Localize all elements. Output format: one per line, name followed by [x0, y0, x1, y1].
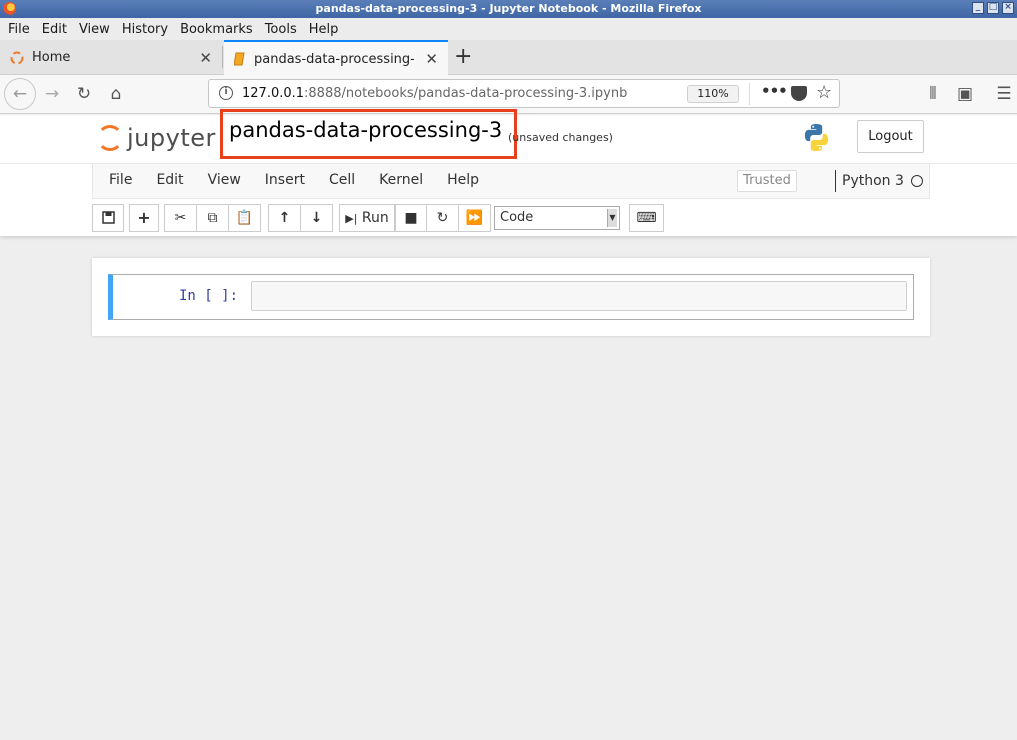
- back-icon[interactable]: ←: [4, 78, 36, 110]
- jmenu-insert[interactable]: Insert: [253, 172, 317, 188]
- arrow-up-icon: ↑: [278, 210, 291, 226]
- minimize-icon[interactable]: _: [972, 2, 984, 14]
- page-actions-icon[interactable]: •••: [761, 82, 788, 100]
- menu-tools[interactable]: Tools: [259, 22, 303, 37]
- python-logo-icon: [804, 123, 829, 152]
- jmenu-kernel[interactable]: Kernel: [367, 172, 435, 188]
- paste-button[interactable]: 📋: [228, 204, 261, 232]
- notebook-name-highlight[interactable]: pandas-data-processing-3: [220, 109, 517, 159]
- menu-file[interactable]: File: [2, 22, 36, 37]
- library-icon[interactable]: ⫴: [921, 83, 945, 107]
- save-status: (unsaved changes): [508, 131, 613, 144]
- dropdown-arrow-icon: ▼: [607, 209, 617, 227]
- close-tab-icon[interactable]: ✕: [425, 50, 438, 68]
- jmenu-cell[interactable]: Cell: [317, 172, 367, 188]
- restart-run-all-button[interactable]: ⏩: [458, 204, 491, 232]
- save-button[interactable]: [92, 204, 124, 232]
- cut-button[interactable]: ✂: [164, 204, 197, 232]
- jupyter-orb-icon: [97, 125, 123, 151]
- window-controls: _ □ ×: [972, 2, 1014, 14]
- interrupt-button[interactable]: ■: [395, 204, 427, 232]
- restart-button[interactable]: ↻: [426, 204, 459, 232]
- move-up-button[interactable]: ↑: [268, 204, 301, 232]
- restart-icon: ↻: [436, 210, 449, 226]
- tab-separator: [222, 46, 223, 68]
- forward-icon[interactable]: →: [40, 83, 64, 107]
- notebook-favicon-icon: [234, 52, 245, 66]
- keyboard-icon: ⌨: [636, 210, 657, 226]
- window-title-bar: pandas-data-processing-3 - Jupyter Noteb…: [0, 0, 1017, 18]
- window-title: pandas-data-processing-3 - Jupyter Noteb…: [315, 2, 702, 15]
- plus-icon: +: [137, 208, 151, 227]
- url-bar[interactable]: i 127.0.0.1:8888/notebooks/pandas-data-p…: [208, 79, 840, 108]
- step-forward-icon: ▶|: [345, 212, 358, 225]
- trusted-indicator[interactable]: Trusted: [737, 170, 797, 192]
- notebook-name[interactable]: pandas-data-processing-3: [229, 118, 502, 142]
- home-icon[interactable]: ⌂: [104, 83, 128, 107]
- url-text[interactable]: 127.0.0.1:8888/notebooks/pandas-data-pro…: [242, 86, 627, 101]
- firefox-icon: [3, 2, 16, 15]
- tab-home-label: Home: [32, 50, 71, 65]
- fast-forward-icon: ⏩: [465, 210, 484, 226]
- cell-prompt: In [ ]:: [179, 288, 239, 304]
- copy-icon: ⧉: [207, 210, 218, 226]
- jupyter-logo-text: jupyter: [127, 124, 216, 152]
- command-palette-button[interactable]: ⌨: [629, 204, 664, 232]
- stop-icon: ■: [404, 210, 418, 226]
- new-tab-icon[interactable]: +: [454, 44, 472, 69]
- arrow-down-icon: ↓: [310, 210, 323, 226]
- site-info-icon[interactable]: i: [219, 86, 233, 100]
- cell-type-select[interactable]: Code ▼: [494, 206, 620, 230]
- menu-help[interactable]: Help: [303, 22, 345, 37]
- copy-button[interactable]: ⧉: [196, 204, 229, 232]
- notebook-container: In [ ]:: [92, 258, 930, 336]
- run-label: Run: [361, 210, 389, 226]
- insert-cell-button[interactable]: +: [129, 204, 159, 232]
- jmenu-help[interactable]: Help: [435, 172, 491, 188]
- maximize-icon[interactable]: □: [987, 2, 999, 14]
- jupyter-menubar: File Edit View Insert Cell Kernel Help T…: [92, 164, 930, 199]
- paste-icon: 📋: [235, 210, 254, 226]
- tab-notebook-label: pandas-data-processing-: [254, 51, 414, 67]
- move-down-button[interactable]: ↓: [300, 204, 333, 232]
- jmenu-view[interactable]: View: [196, 172, 253, 188]
- code-cell[interactable]: In [ ]:: [108, 274, 914, 320]
- close-window-icon[interactable]: ×: [1002, 2, 1014, 14]
- scissors-icon: ✂: [174, 210, 187, 226]
- run-button[interactable]: ▶| Run: [339, 204, 395, 232]
- kernel-status-icon: [911, 175, 923, 187]
- menu-bookmarks[interactable]: Bookmarks: [174, 22, 259, 37]
- save-icon: [101, 211, 115, 224]
- close-tab-icon[interactable]: ✕: [199, 49, 212, 67]
- menu-edit[interactable]: Edit: [36, 22, 73, 37]
- jupyter-logo[interactable]: jupyter: [97, 122, 216, 154]
- url-separator: [749, 83, 750, 105]
- menu-view[interactable]: View: [73, 22, 116, 37]
- kernel-name: Python 3: [835, 170, 904, 192]
- jupyter-favicon-icon: [10, 51, 24, 64]
- logout-button[interactable]: Logout: [857, 120, 924, 153]
- tab-strip: Home ✕ pandas-data-processing- ✕: [0, 40, 1017, 76]
- sidebar-icon[interactable]: ▣: [953, 83, 977, 107]
- jupyter-header: jupyter pandas-data-processing-3 (unsave…: [0, 109, 1017, 163]
- jupyter-menu-toolbar: File Edit View Insert Cell Kernel Help T…: [0, 163, 1017, 236]
- tab-notebook[interactable]: pandas-data-processing- ✕: [224, 40, 448, 76]
- jmenu-file[interactable]: File: [97, 172, 144, 188]
- tab-home[interactable]: Home ✕: [0, 40, 222, 75]
- hamburger-menu-icon[interactable]: ☰: [992, 83, 1016, 107]
- cell-type-value: Code: [500, 210, 534, 225]
- reload-icon[interactable]: ↻: [72, 83, 96, 107]
- bookmark-star-icon[interactable]: ☆: [816, 82, 832, 103]
- code-input[interactable]: [251, 281, 907, 311]
- zoom-level[interactable]: 110%: [687, 85, 739, 103]
- jmenu-edit[interactable]: Edit: [144, 172, 195, 188]
- menu-history[interactable]: History: [116, 22, 174, 37]
- pocket-icon[interactable]: [791, 86, 807, 101]
- browser-menubar: File Edit View History Bookmarks Tools H…: [0, 18, 1017, 40]
